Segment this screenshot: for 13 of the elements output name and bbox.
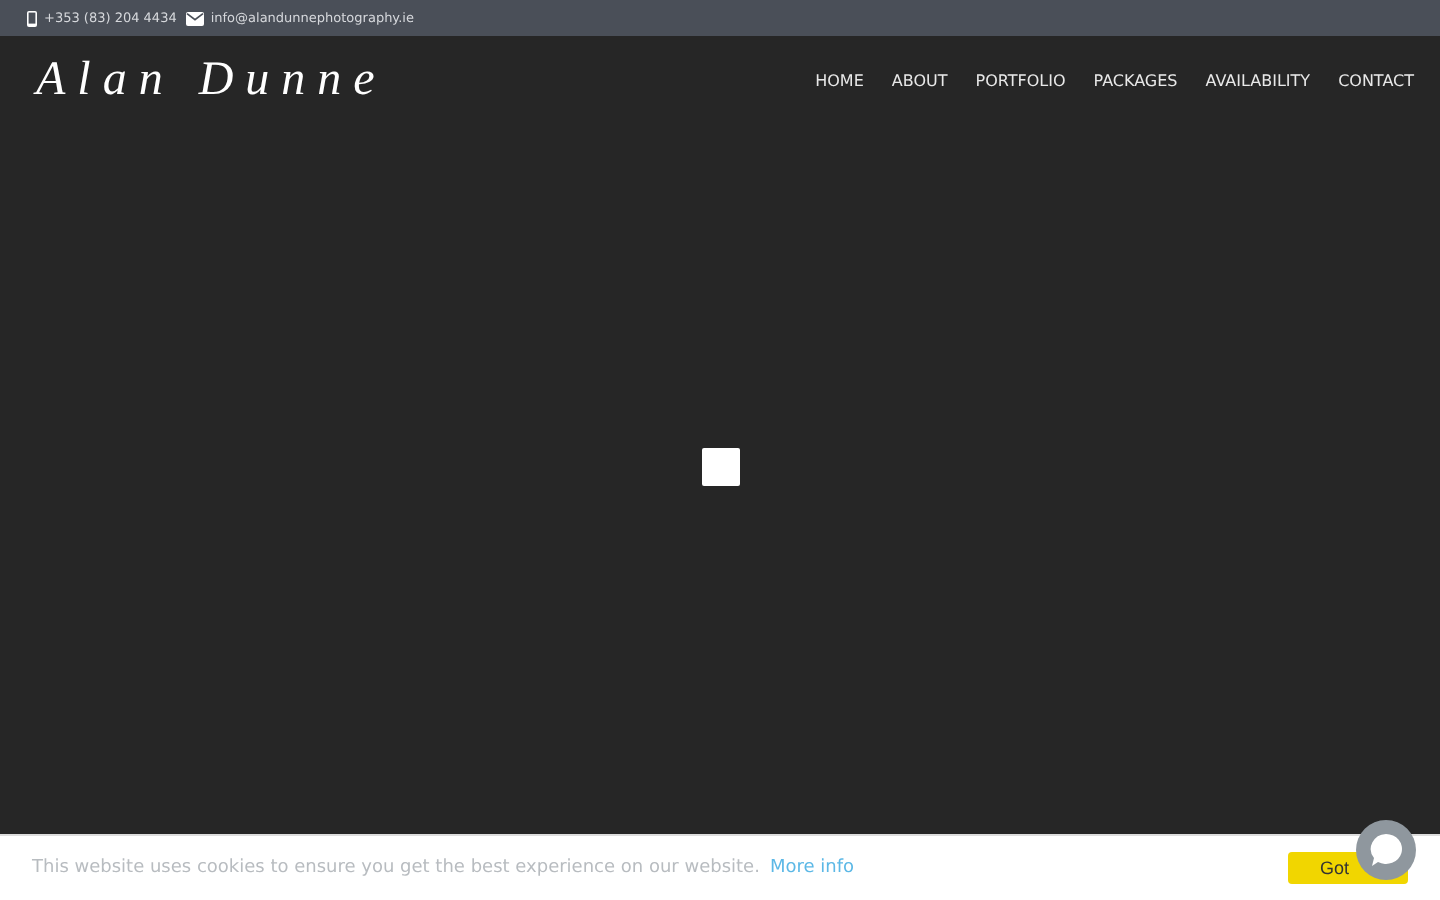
nav-link[interactable]: AVAILABILITY xyxy=(1205,71,1311,89)
chat-button[interactable] xyxy=(1356,820,1416,880)
phone-icon xyxy=(26,9,38,27)
logo[interactable]: Alan Dunne xyxy=(36,53,387,107)
chat-bubble-icon xyxy=(1366,830,1406,870)
nav-link[interactable]: HOME xyxy=(815,71,864,89)
envelope-icon xyxy=(186,11,205,25)
nav-link[interactable]: PORTFOLIO xyxy=(975,71,1066,89)
loading-square xyxy=(701,448,739,486)
cookie-message: This website uses cookies to ensure you get the best experience on our website. xyxy=(32,858,760,878)
nav-link[interactable]: CONTACT xyxy=(1338,71,1414,89)
nav-link[interactable]: PACKAGES xyxy=(1093,71,1178,89)
nav-link[interactable]: ABOUT xyxy=(891,71,948,89)
